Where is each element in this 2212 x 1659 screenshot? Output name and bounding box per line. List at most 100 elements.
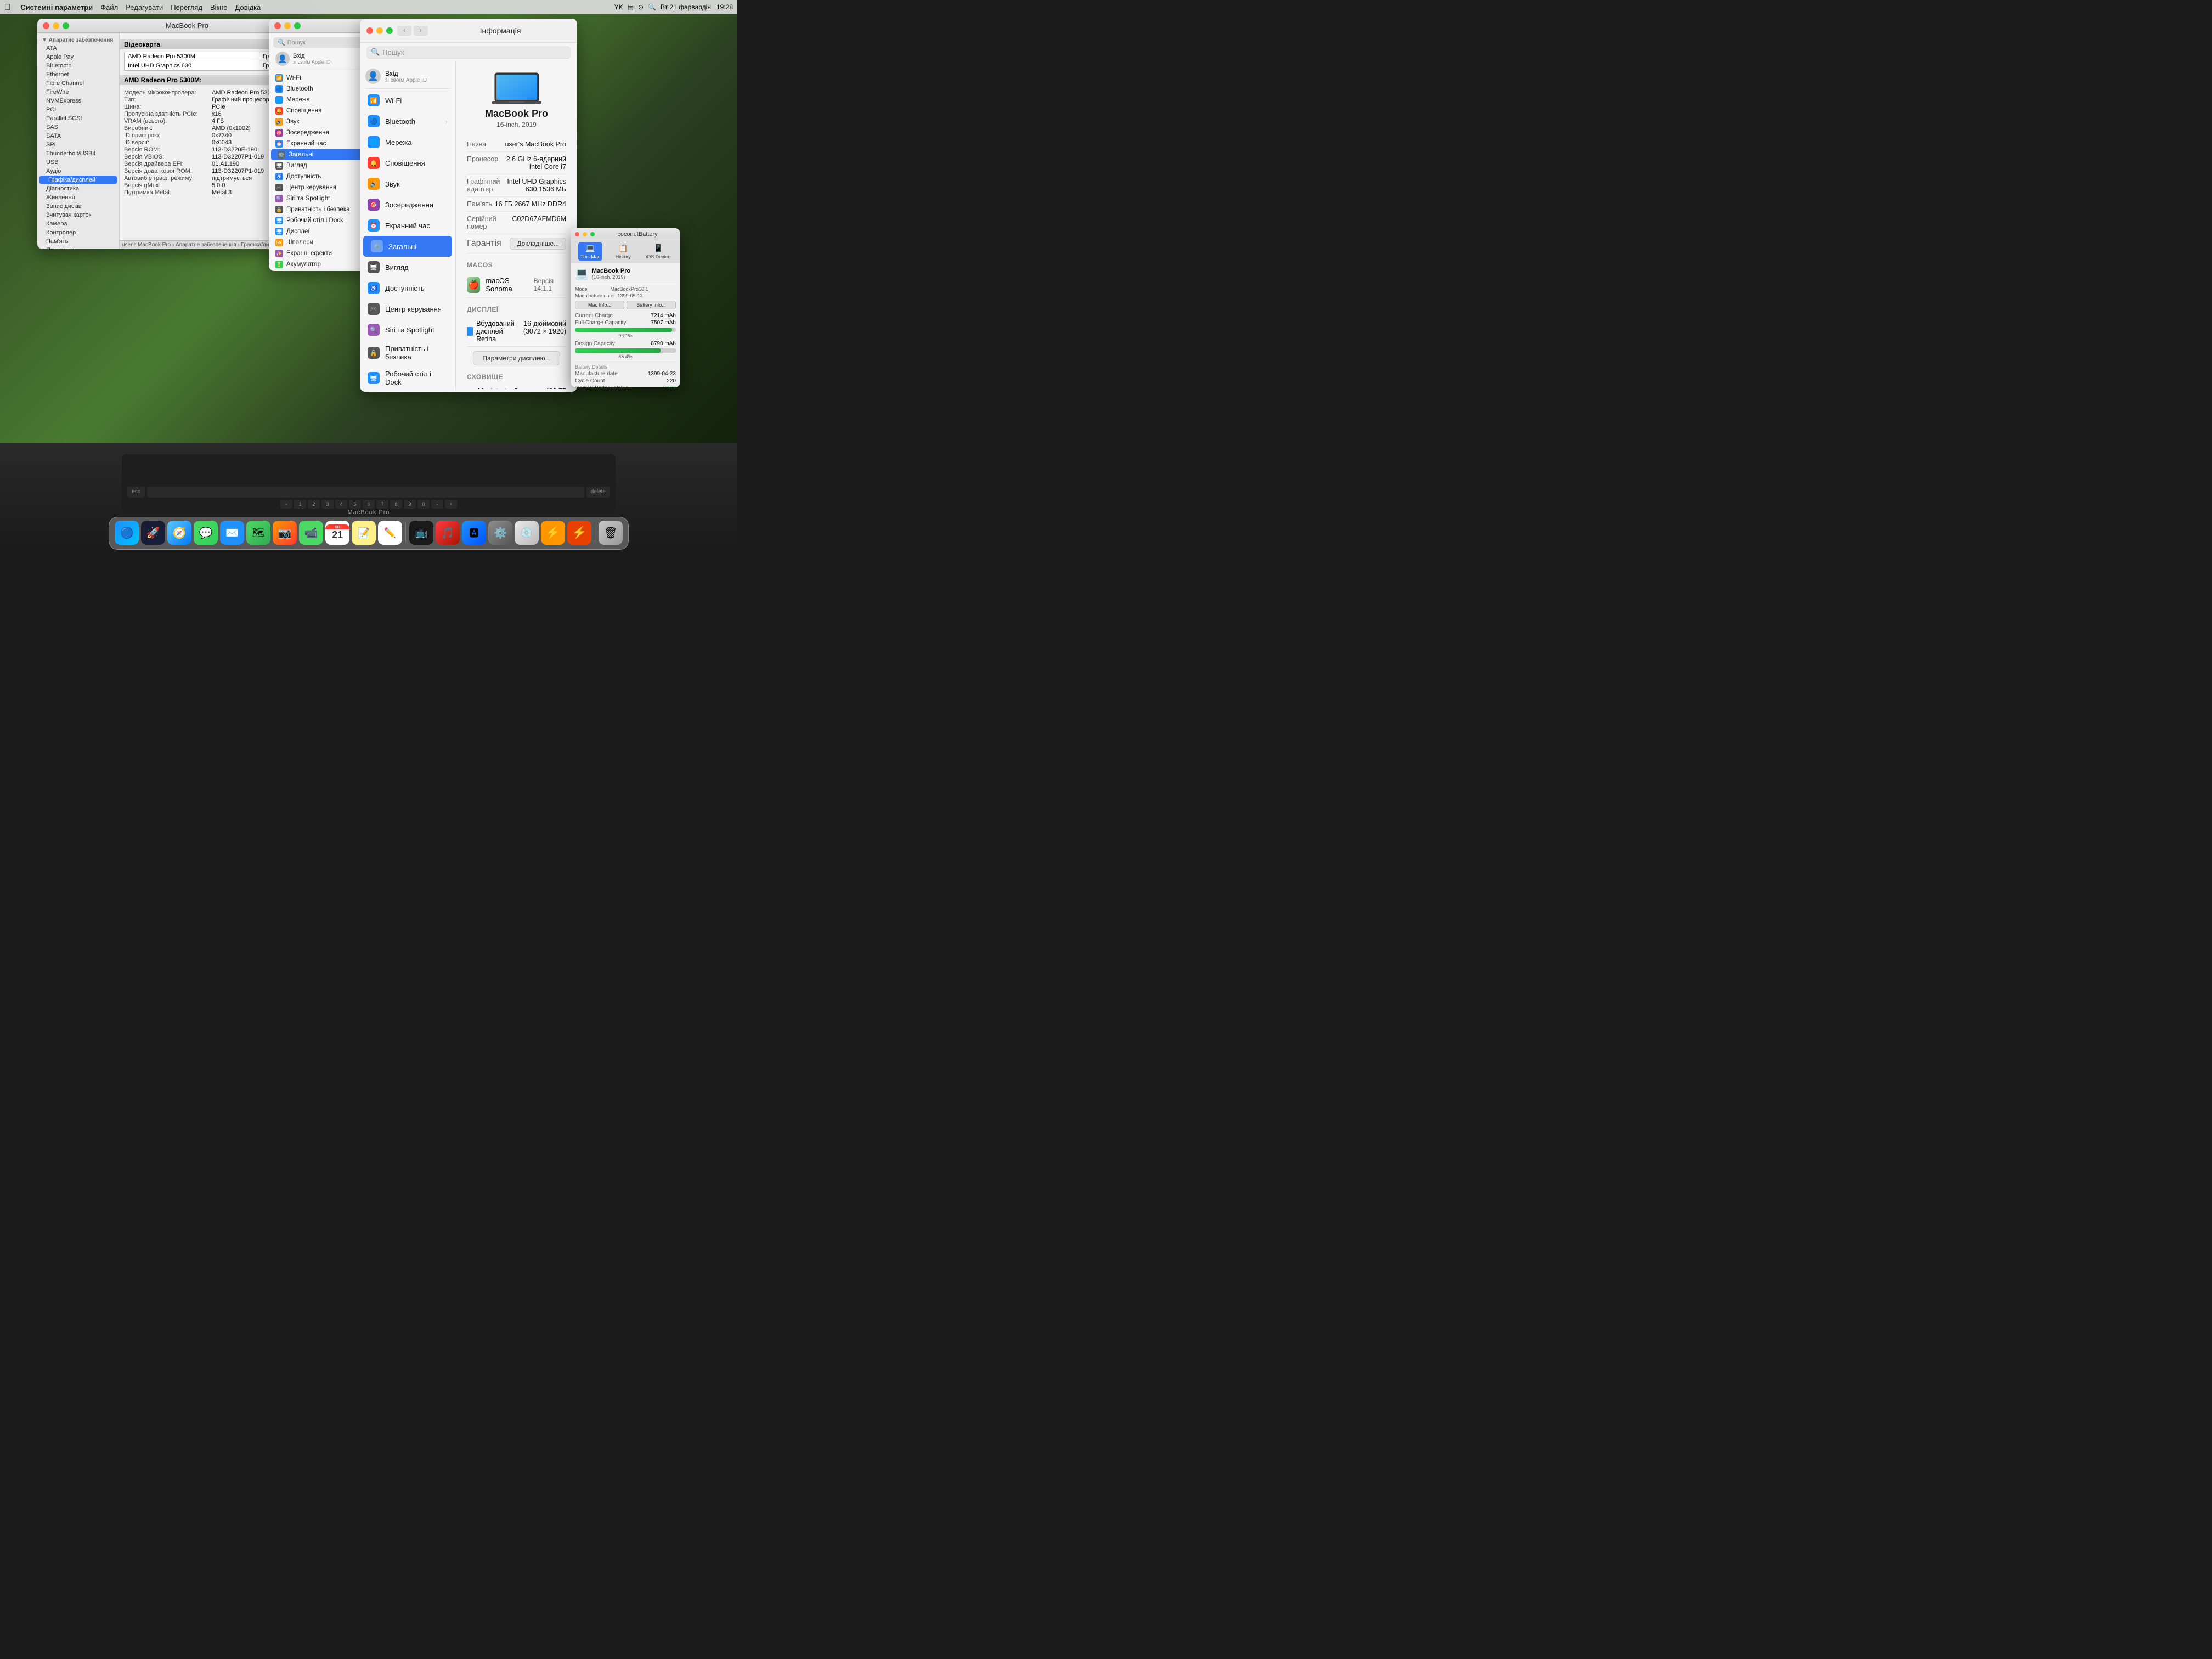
sysprefs-item-focus[interactable]: 🎯 Зосередження xyxy=(269,127,368,138)
dock-bolt1[interactable]: ⚡ xyxy=(541,521,565,545)
menubar-window[interactable]: Вікно xyxy=(210,3,228,12)
menubar-wifi-icon[interactable]: ▤ xyxy=(628,3,634,11)
dock-calendar[interactable]: ПН21 xyxy=(325,521,349,545)
dock-appstore[interactable]: 🅰 xyxy=(462,521,486,545)
dock-notes[interactable]: 📝 xyxy=(352,521,376,545)
menubar-search-icon[interactable]: 🔍 xyxy=(648,3,656,11)
about-search[interactable]: 🔍 Пошук xyxy=(366,46,571,59)
sysprefs-item-accessibility[interactable]: ♿ Доступність xyxy=(269,171,368,182)
dock-finder[interactable]: 🔵 xyxy=(115,521,139,545)
menubar-view[interactable]: Перегляд xyxy=(171,3,202,12)
minimize-button-3[interactable] xyxy=(376,27,383,34)
key-plus[interactable]: + xyxy=(445,500,457,509)
sysprefs-item-sound[interactable]: 🔊 Звук xyxy=(269,116,368,127)
battery-info-button[interactable]: Battery Info... xyxy=(627,301,676,309)
sidebar-item-controller[interactable]: Контролер xyxy=(37,228,119,237)
key-5[interactable]: 5 xyxy=(349,500,361,509)
key-tilde[interactable]: ~ xyxy=(280,500,292,509)
sidebar-notifications[interactable]: 🔔 Сповіщення xyxy=(360,153,455,173)
dock-trash[interactable]: 🗑 xyxy=(599,521,623,545)
close-button[interactable] xyxy=(43,22,49,29)
sidebar-siri[interactable]: 🔍 Siri та Spotlight xyxy=(360,319,455,340)
dock-freeform[interactable]: ✏️ xyxy=(378,521,402,545)
sysprefs-item-siri[interactable]: 🔍 Siri та Spotlight xyxy=(269,193,368,204)
menubar-edit[interactable]: Редагувати xyxy=(126,3,163,12)
fullscreen-button-4[interactable] xyxy=(590,232,595,236)
apple-menu[interactable]:  xyxy=(4,3,10,12)
sidebar-screentime[interactable]: ⏰ Екранний час xyxy=(360,215,455,236)
dock-safari[interactable]: 🧭 xyxy=(167,521,191,545)
tab-ios-device[interactable]: 📱 iOS Device xyxy=(644,242,673,261)
menubar-wifi[interactable]: ⊙ xyxy=(638,3,644,11)
warranty-button[interactable]: Докладніше... xyxy=(510,238,566,250)
key-2[interactable]: 2 xyxy=(308,500,320,509)
dock-music[interactable]: 🎵 xyxy=(436,521,460,545)
sidebar-item-usb[interactable]: USB xyxy=(37,158,119,167)
sysprefs-item-general[interactable]: ⚙️ Загальні xyxy=(271,149,365,160)
dock-photos[interactable]: 📷 xyxy=(273,521,297,545)
key-8[interactable]: 8 xyxy=(390,500,402,509)
key-3[interactable]: 3 xyxy=(321,500,334,509)
dock-facetime[interactable]: 📹 xyxy=(299,521,323,545)
sidebar-item-ata[interactable]: ATA xyxy=(37,44,119,53)
sysprefs-signin[interactable]: 👤 Вхід зі своїм Apple ID xyxy=(269,50,368,67)
sidebar-item-discs[interactable]: Запис дисків xyxy=(37,202,119,211)
touchbar[interactable] xyxy=(147,487,584,498)
sidebar-bluetooth[interactable]: 🔵 Bluetooth › xyxy=(360,111,455,132)
key-1[interactable]: 1 xyxy=(294,500,306,509)
dock-bolt2[interactable]: ⚡ xyxy=(567,521,591,545)
sidebar-appearance[interactable]: 🖥 Вигляд xyxy=(360,257,455,278)
sysprefs-item-displays[interactable]: 🖥 Дисплеї xyxy=(269,226,368,237)
minimize-button-2[interactable] xyxy=(284,22,291,29)
dock-sysprefs[interactable]: ⚙️ xyxy=(488,521,512,545)
menubar-file[interactable]: Файл xyxy=(100,3,118,12)
sysprefs-item-screentime[interactable]: ⏰ Екранний час xyxy=(269,138,368,149)
dock-mail[interactable]: ✉️ xyxy=(220,521,244,545)
key-6[interactable]: 6 xyxy=(363,500,375,509)
sidebar-item-sata[interactable]: SATA xyxy=(37,132,119,140)
key-delete[interactable]: delete xyxy=(586,487,610,498)
sidebar-item-power[interactable]: Живлення xyxy=(37,193,119,202)
sysprefs-search[interactable]: 🔍 Пошук xyxy=(273,37,363,48)
sidebar-item-graphics[interactable]: Графіка/дисплей xyxy=(40,176,117,184)
sysprefs-item-controlcenter[interactable]: 🎮 Центр керування xyxy=(269,182,368,193)
fullscreen-button-2[interactable] xyxy=(294,22,301,29)
tab-this-mac[interactable]: 💻 This Mac xyxy=(578,242,603,261)
sysprefs-item-wifi[interactable]: 📶 Wi-Fi xyxy=(269,72,368,83)
sysprefs-item-screensaver[interactable]: ✨ Екранні ефекти xyxy=(269,248,368,259)
sidebar-accessibility[interactable]: ♿ Доступність xyxy=(360,278,455,298)
key-7[interactable]: 7 xyxy=(376,500,388,509)
sidebar-item-thunderbolt[interactable]: Thunderbolt/USB4 xyxy=(37,149,119,158)
sidebar-general[interactable]: ⚙️ Загальні xyxy=(363,236,452,257)
sidebar-item-fibre[interactable]: Fibre Channel xyxy=(37,79,119,88)
fullscreen-button-3[interactable] xyxy=(386,27,393,34)
dock-tv[interactable]: 📺 xyxy=(409,521,433,545)
sysprefs-item-lockscreen[interactable]: 🔐 Замкнений екран xyxy=(269,270,368,271)
tab-history[interactable]: 📋 History xyxy=(613,242,633,261)
sidebar-item-firewire[interactable]: FireWire xyxy=(37,88,119,97)
sysprefs-item-notifications[interactable]: 🔔 Сповіщення xyxy=(269,105,368,116)
dock-launchpad[interactable]: 🚀 xyxy=(141,521,165,545)
sysprefs-item-battery[interactable]: 🔋 Акумулятор xyxy=(269,259,368,270)
close-button-3[interactable] xyxy=(366,27,373,34)
dock-messages[interactable]: 💬 xyxy=(194,521,218,545)
fullscreen-button[interactable] xyxy=(63,22,69,29)
key-4[interactable]: 4 xyxy=(335,500,347,509)
sidebar-desktop-dock[interactable]: 🖥 Робочий стіл і Dock xyxy=(360,365,455,389)
dock-maps[interactable]: 🗺 xyxy=(246,521,270,545)
forward-button[interactable]: › xyxy=(414,26,428,36)
display-params-button[interactable]: Параметри дисплею... xyxy=(473,351,560,365)
sidebar-item-memory[interactable]: Пам'ять xyxy=(37,237,119,246)
sidebar-item-sas[interactable]: SAS xyxy=(37,123,119,132)
minimize-button[interactable] xyxy=(53,22,59,29)
sidebar-item-nvme[interactable]: NVMExpress xyxy=(37,97,119,105)
key-9[interactable]: 9 xyxy=(404,500,416,509)
sysprefs-item-desktop[interactable]: 🖥 Робочий стіл і Dock xyxy=(269,215,368,226)
sidebar-wifi[interactable]: 📶 Wi-Fi xyxy=(360,90,455,111)
sidebar-network[interactable]: 🌐 Мережа xyxy=(360,132,455,153)
sidebar-item-pci[interactable]: PCI xyxy=(37,105,119,114)
sysprefs-item-network[interactable]: 🌐 Мережа xyxy=(269,94,368,105)
sysprefs-item-wallpaper[interactable]: 🖼 Шпалери xyxy=(269,237,368,248)
sidebar-item-cardreader[interactable]: Зчитувач карток xyxy=(37,211,119,219)
sidebar-focus[interactable]: 🎯 Зосередження xyxy=(360,194,455,215)
